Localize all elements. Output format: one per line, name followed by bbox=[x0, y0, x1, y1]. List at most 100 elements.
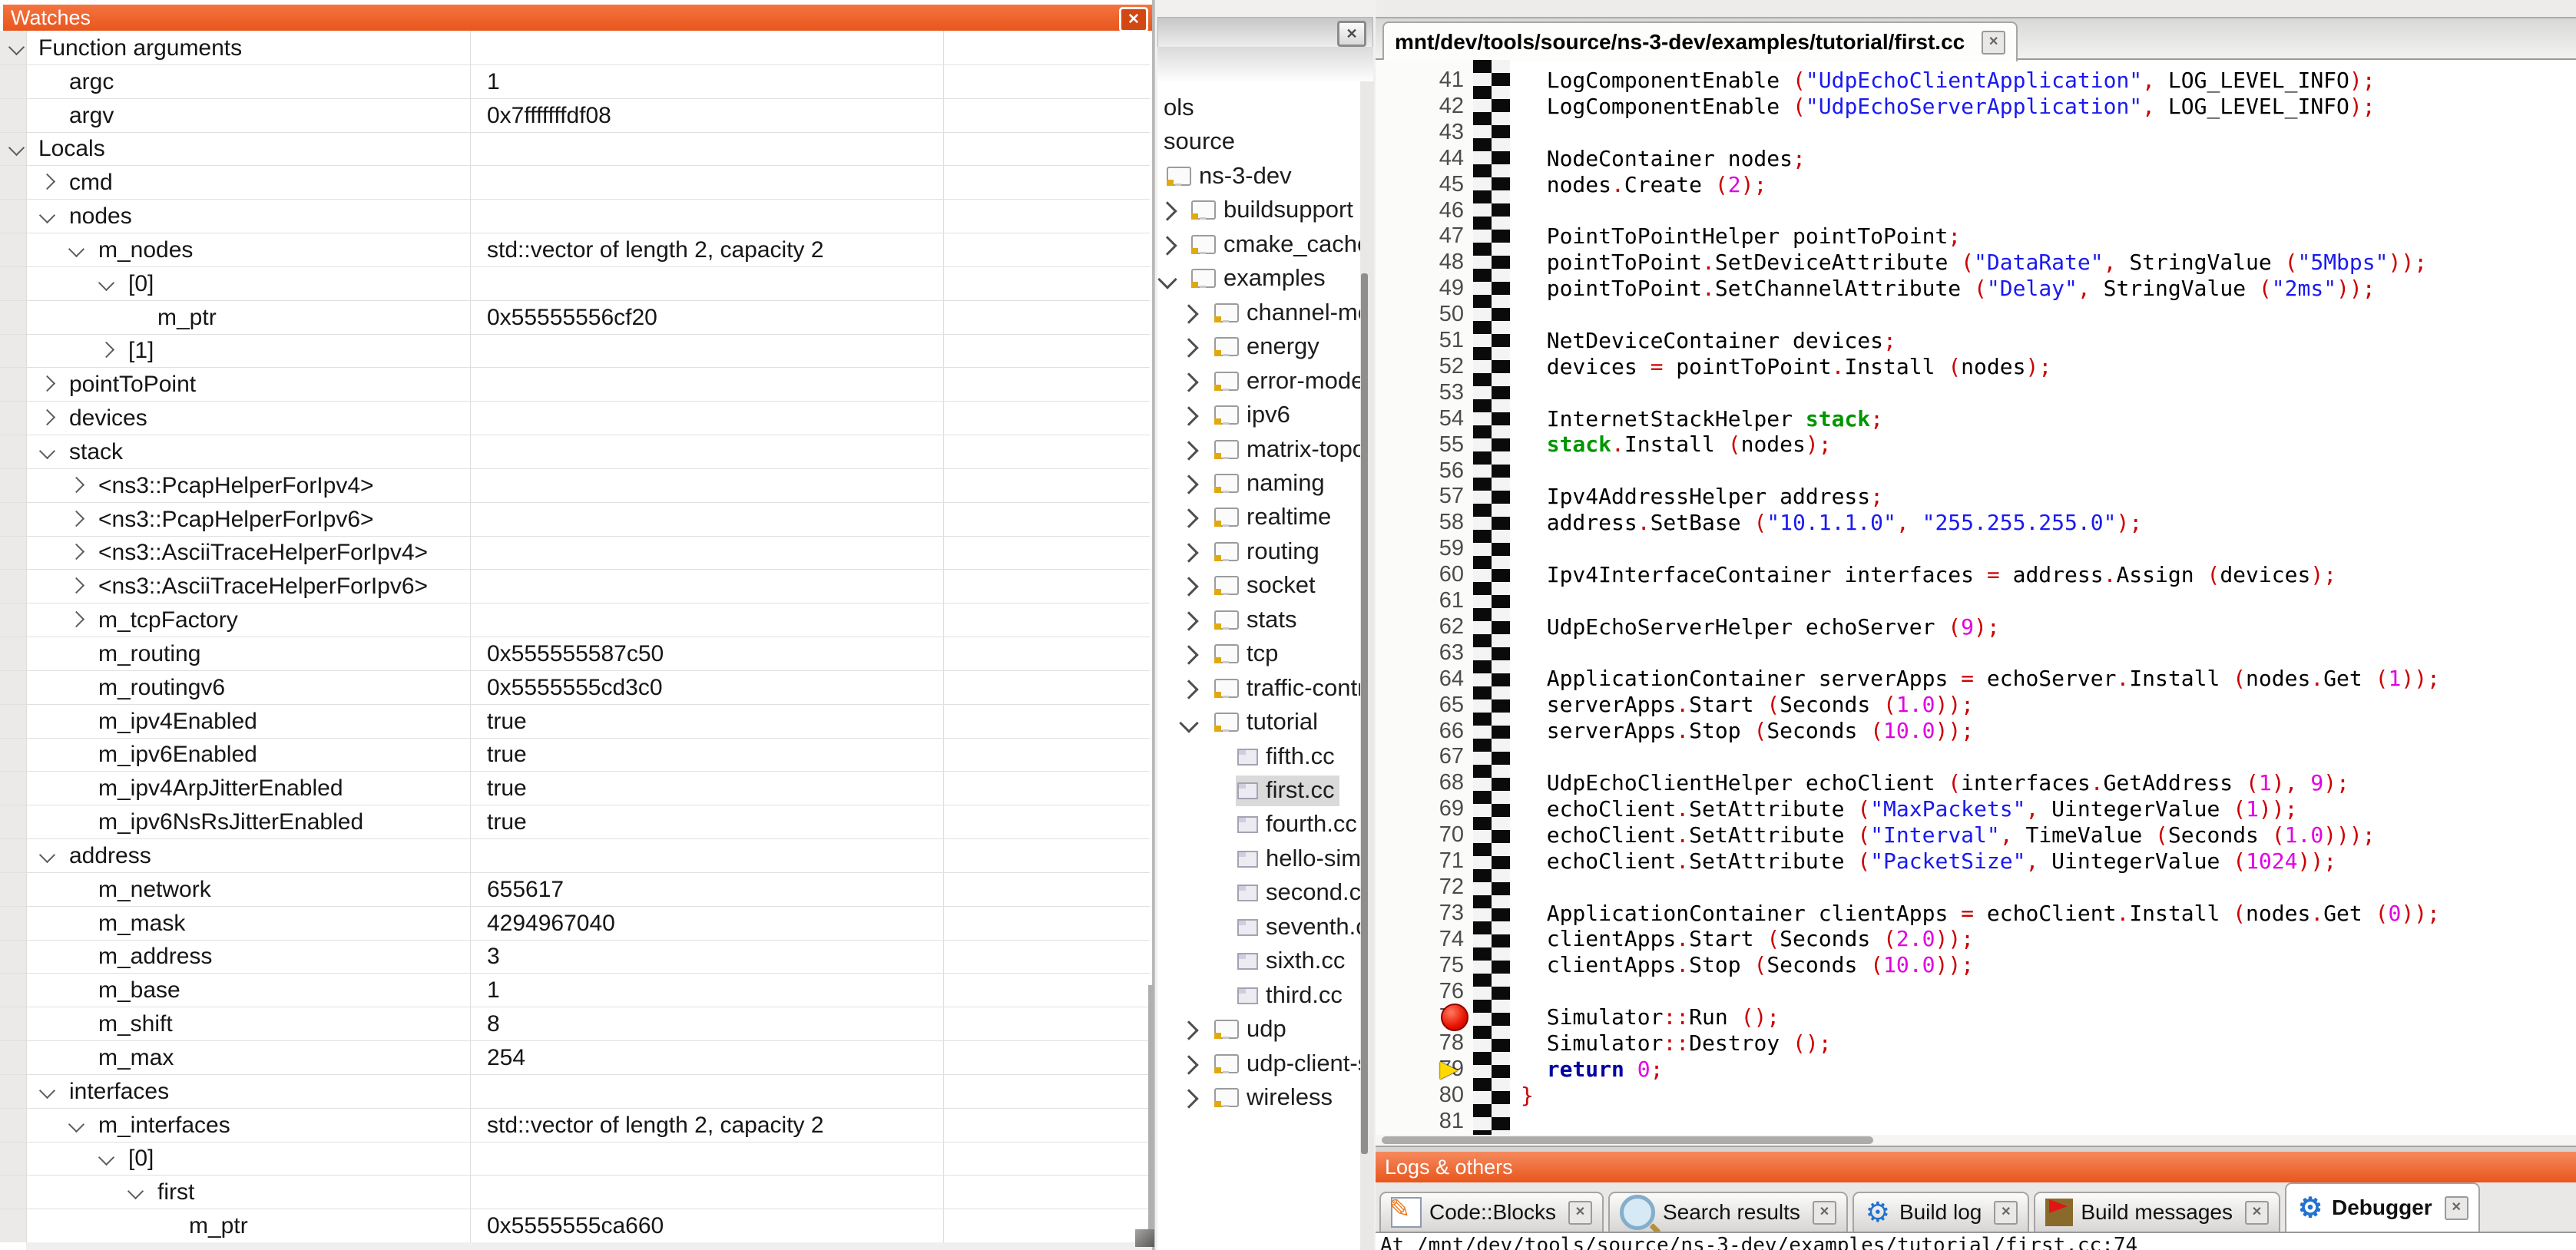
line-number[interactable]: 78 bbox=[1376, 1030, 1464, 1057]
tree-item-realtime[interactable]: realtime bbox=[1157, 500, 1361, 534]
tree-item-content[interactable]: tcp bbox=[1213, 639, 1283, 670]
chevron-right-icon[interactable] bbox=[1179, 406, 1198, 425]
watch-row[interactable]: first bbox=[0, 1175, 1150, 1209]
code-line-60[interactable]: Ipv4InterfaceContainer interfaces = addr… bbox=[1521, 562, 2576, 588]
tree-item-content[interactable]: tutorial bbox=[1213, 707, 1323, 738]
code-line-72[interactable] bbox=[1521, 875, 2576, 901]
watch-row[interactable]: [0] bbox=[0, 266, 1150, 301]
chevron-down-icon[interactable] bbox=[98, 1149, 114, 1166]
watch-row[interactable]: m_shift8 bbox=[0, 1007, 1150, 1041]
tree-item-content[interactable]: error-model bbox=[1213, 366, 1361, 397]
line-number[interactable]: 55 bbox=[1376, 432, 1464, 458]
tree-item-content[interactable]: buildsupport bbox=[1190, 195, 1358, 226]
chevron-down-icon[interactable] bbox=[39, 207, 55, 223]
code-line-73[interactable]: ApplicationContainer clientApps = echoCl… bbox=[1521, 901, 2576, 927]
line-number[interactable]: 67 bbox=[1376, 744, 1464, 770]
code-line-42[interactable]: LogComponentEnable ("UdpEchoServerApplic… bbox=[1521, 94, 2576, 120]
line-number[interactable]: 75 bbox=[1376, 953, 1464, 979]
chevron-down-icon[interactable] bbox=[1179, 713, 1198, 732]
code-line-52[interactable]: devices = pointToPoint.Install (nodes); bbox=[1521, 354, 2576, 380]
chevron-down-icon[interactable] bbox=[98, 275, 114, 291]
chevron-right-icon[interactable] bbox=[1179, 1089, 1198, 1108]
chevron-right-icon[interactable] bbox=[1179, 509, 1198, 528]
watch-row[interactable]: m_max254 bbox=[0, 1040, 1150, 1075]
code-line-56[interactable] bbox=[1521, 458, 2576, 484]
line-number[interactable]: 61 bbox=[1376, 588, 1464, 614]
code-line-46[interactable] bbox=[1521, 197, 2576, 223]
watch-row[interactable]: interfaces bbox=[0, 1074, 1150, 1109]
code-line-47[interactable]: PointToPointHelper pointToPoint; bbox=[1521, 223, 2576, 250]
chevron-right-icon[interactable] bbox=[68, 577, 84, 594]
line-number[interactable]: 56 bbox=[1376, 458, 1464, 484]
tree-item-socket[interactable]: socket bbox=[1157, 568, 1361, 602]
watch-row[interactable]: pointToPoint bbox=[0, 367, 1150, 402]
logs-tab-build-log[interactable]: ⚙Build log✕ bbox=[1853, 1192, 2029, 1232]
logs-tab-code-blocks[interactable]: Code::Blocks✕ bbox=[1379, 1192, 1604, 1232]
logs-titlebar[interactable]: Logs & others bbox=[1376, 1152, 2576, 1182]
tree-item-channel-mode[interactable]: channel-mode bbox=[1157, 296, 1361, 329]
code-line-61[interactable] bbox=[1521, 588, 2576, 614]
chevron-down-icon[interactable] bbox=[1157, 270, 1177, 289]
chevron-down-icon[interactable] bbox=[8, 39, 25, 55]
tree-item-content[interactable]: cmake_cache bbox=[1190, 230, 1361, 260]
watch-row[interactable]: m_tcpFactory bbox=[0, 603, 1150, 637]
line-number[interactable]: 58 bbox=[1376, 510, 1464, 536]
chevron-right-icon[interactable] bbox=[39, 409, 55, 425]
tree-item-content[interactable]: traffic-contro bbox=[1213, 673, 1361, 704]
code-line-78[interactable]: Simulator::Destroy (); bbox=[1521, 1030, 2576, 1057]
line-number[interactable]: 48 bbox=[1376, 250, 1464, 276]
watch-row[interactable]: m_ipv4Enabledtrue bbox=[0, 704, 1150, 739]
tree-item-matrix-topolo[interactable]: matrix-topolo bbox=[1157, 432, 1361, 466]
watch-row[interactable]: <ns3::AsciiTraceHelperForIpv6> bbox=[0, 569, 1150, 604]
code-line-45[interactable]: nodes.Create (2); bbox=[1521, 172, 2576, 198]
watch-row[interactable]: m_ptr0x55555556cf20 bbox=[0, 300, 1150, 335]
chevron-right-icon[interactable] bbox=[98, 342, 114, 358]
tree-item-buildsupport[interactable]: buildsupport bbox=[1157, 193, 1361, 227]
tree-item-energy[interactable]: energy bbox=[1157, 329, 1361, 363]
chevron-right-icon[interactable] bbox=[1179, 475, 1198, 494]
code-line-67[interactable] bbox=[1521, 744, 2576, 770]
line-number[interactable]: 49 bbox=[1376, 276, 1464, 302]
code-line-62[interactable]: UdpEchoServerHelper echoServer (9); bbox=[1521, 614, 2576, 640]
code-line-57[interactable]: Ipv4AddressHelper address; bbox=[1521, 484, 2576, 510]
tree-item-error-model[interactable]: error-model bbox=[1157, 364, 1361, 398]
chevron-right-icon[interactable] bbox=[1179, 338, 1198, 357]
tree-selection[interactable]: first.cc bbox=[1236, 775, 1339, 806]
watch-row[interactable]: m_mask4294967040 bbox=[0, 906, 1150, 941]
chevron-down-icon[interactable] bbox=[127, 1183, 144, 1199]
chevron-right-icon[interactable] bbox=[1179, 1055, 1198, 1074]
watch-row[interactable]: address bbox=[0, 838, 1150, 873]
editor-tab-first-cc[interactable]: mnt/dev/tools/source/ns-3-dev/examples/t… bbox=[1382, 21, 2018, 61]
watch-row[interactable]: <ns3::PcapHelperForIpv6> bbox=[0, 502, 1150, 537]
chevron-right-icon[interactable] bbox=[1179, 577, 1198, 597]
line-number[interactable]: 43 bbox=[1376, 120, 1464, 146]
code-line-68[interactable]: UdpEchoClientHelper echoClient (interfac… bbox=[1521, 770, 2576, 796]
tree-item-content[interactable]: examples bbox=[1190, 263, 1330, 294]
chevron-down-icon[interactable] bbox=[68, 241, 84, 257]
tree-item-tutorial[interactable]: tutorial bbox=[1157, 705, 1361, 739]
watch-row[interactable]: <ns3::AsciiTraceHelperForIpv4> bbox=[0, 535, 1150, 570]
tree-item-seventh-cc[interactable]: seventh.cc bbox=[1157, 910, 1361, 944]
chevron-right-icon[interactable] bbox=[1157, 236, 1177, 255]
watch-row[interactable]: devices bbox=[0, 401, 1150, 435]
logs-tab-debugger[interactable]: ⚙Debugger✕ bbox=[2285, 1182, 2480, 1232]
code-line-58[interactable]: address.SetBase ("10.1.1.0", "255.255.25… bbox=[1521, 510, 2576, 536]
tree-item-content[interactable]: udp-client-ser bbox=[1213, 1049, 1361, 1080]
line-number[interactable]: 81 bbox=[1376, 1109, 1464, 1135]
tree-item-content[interactable]: socket bbox=[1213, 570, 1320, 601]
watch-row[interactable]: m_ipv4ArpJitterEnabledtrue bbox=[0, 771, 1150, 805]
tree-item-content[interactable]: source bbox=[1162, 127, 1240, 157]
code-line-79[interactable]: return 0; bbox=[1521, 1057, 2576, 1083]
chevron-down-icon[interactable] bbox=[39, 443, 55, 459]
chevron-right-icon[interactable] bbox=[1179, 680, 1198, 699]
line-number[interactable]: 53 bbox=[1376, 380, 1464, 406]
code-line-63[interactable] bbox=[1521, 640, 2576, 666]
chevron-right-icon[interactable] bbox=[1179, 543, 1198, 562]
line-number[interactable]: 41 bbox=[1376, 68, 1464, 94]
tree-item-content[interactable]: fourth.cc bbox=[1236, 809, 1361, 840]
line-number[interactable]: 68 bbox=[1376, 770, 1464, 796]
code-line-44[interactable]: NodeContainer nodes; bbox=[1521, 146, 2576, 172]
line-number[interactable]: 63 bbox=[1376, 640, 1464, 666]
line-number[interactable]: 54 bbox=[1376, 406, 1464, 432]
chevron-right-icon[interactable] bbox=[1157, 202, 1177, 221]
